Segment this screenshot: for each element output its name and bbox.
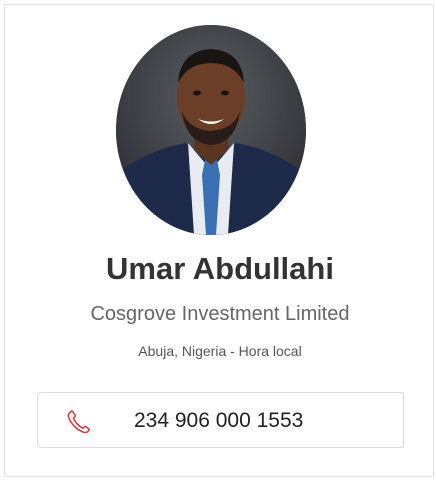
- phone-icon: [66, 409, 91, 434]
- profile-photo: [116, 25, 306, 235]
- call-phone-button[interactable]: 234 906 000 1553: [37, 392, 404, 448]
- profile-location: Abuja, Nigeria - Hora local: [138, 343, 302, 359]
- profile-name: Umar Abdullahi: [106, 251, 334, 286]
- profile-card: Umar Abdullahi Cosgrove Investment Limit…: [4, 4, 434, 477]
- avatar-image: [116, 25, 306, 235]
- profile-company: Cosgrove Investment Limited: [90, 303, 350, 325]
- phone-number: 234 906 000 1553: [134, 409, 304, 432]
